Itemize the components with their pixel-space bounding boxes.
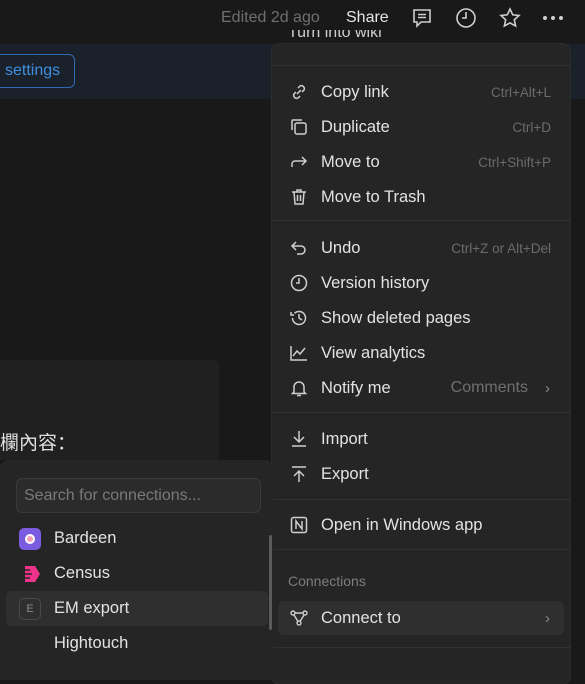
settings-button[interactable]: settings [0,54,75,88]
chevron-right-icon: › [545,379,550,397]
page-options-menu: Turn into wiki Copy link Ctrl+Alt+L Dupli… [272,30,570,684]
link-icon [288,81,310,103]
menu-item-copy-link[interactable]: Copy link Ctrl+Alt+L [278,75,564,109]
connections-section-label: Connections [288,573,366,589]
menu-item-version-history[interactable]: Version history [278,266,564,300]
connection-item-em-export[interactable]: E EM export [6,591,268,626]
menu-item-open-in-windows-app[interactable]: Open in Windows app [278,508,564,542]
em-export-logo-icon: E [19,597,41,620]
menu-item-move-to[interactable]: Move to Ctrl+Shift+P [278,145,564,179]
more-icon[interactable] [541,6,565,30]
menu-item-import[interactable]: Import [278,422,564,456]
bardeen-logo-icon [19,527,41,550]
export-icon [288,463,310,485]
menu-item-duplicate[interactable]: Duplicate Ctrl+D [278,110,564,144]
undo-icon [288,237,310,259]
menu-item-view-analytics[interactable]: View analytics [278,336,564,370]
history-icon [288,307,310,329]
share-button[interactable]: Share [346,9,389,27]
clock-icon[interactable] [454,6,478,30]
census-logo-icon [19,563,41,585]
menu-item-export[interactable]: Export [278,457,564,491]
menu-item-notify-me[interactable]: Notify me Comments › [278,371,564,405]
connection-item-hightouch[interactable]: Hightouch [6,626,268,661]
chevron-right-icon: › [545,609,550,627]
connection-item-bardeen[interactable]: Bardeen [6,521,268,556]
duplicate-icon [288,116,310,138]
hightouch-logo-icon [19,633,41,655]
search-connections-input[interactable]: Search for connections... [16,478,261,513]
arrow-right-icon [288,151,310,173]
edited-timestamp: Edited 2d ago [221,9,320,26]
chart-icon [288,342,310,364]
connections-popup: Search for connections... Bardeen Census… [0,460,273,680]
menu-item-connect-to[interactable]: Connect to › [278,601,564,635]
menu-item-show-deleted-pages[interactable]: Show deleted pages [278,301,564,335]
menu-item-undo[interactable]: Undo Ctrl+Z or Alt+Del [278,231,564,265]
bell-icon [288,377,310,399]
import-icon [288,428,310,450]
connections-icon [288,607,310,629]
comment-icon[interactable] [410,6,434,30]
star-icon[interactable] [498,6,522,30]
connection-item-census[interactable]: Census [6,556,268,591]
notify-me-value: Comments [450,379,528,396]
notion-icon [288,514,310,536]
trash-icon [288,186,310,208]
clock-icon [288,272,310,294]
connections-scrollbar[interactable] [269,535,272,630]
menu-item-move-to-trash[interactable]: Move to Trash [278,180,564,214]
menu-item-turn-into-wiki[interactable]: Turn into wiki [288,30,438,42]
page-text: 欄內容： [0,432,77,454]
